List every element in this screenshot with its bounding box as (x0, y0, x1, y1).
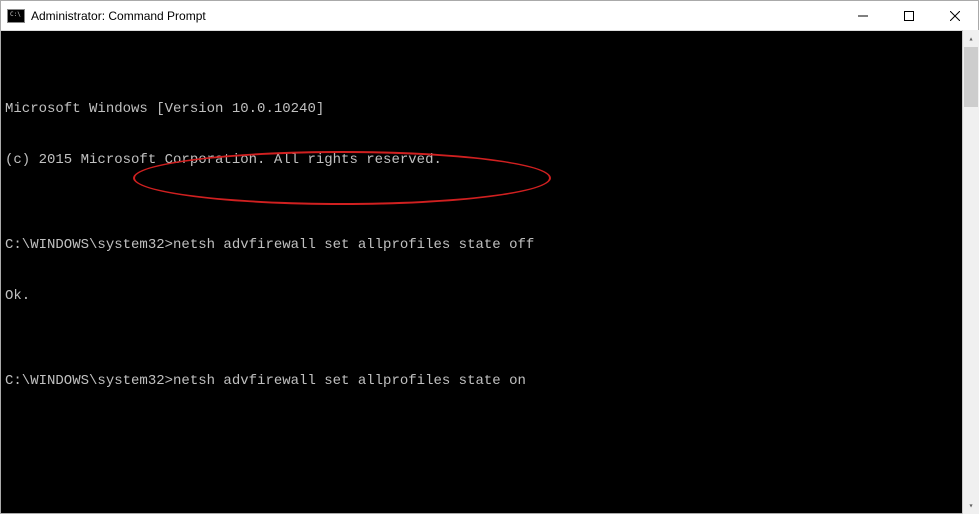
close-icon (950, 11, 960, 21)
scroll-down-arrow[interactable]: ▾ (963, 497, 979, 514)
output-line: Ok. (5, 288, 974, 305)
output-line: C:\WINDOWS\system32>netsh advfirewall se… (5, 373, 974, 390)
titlebar[interactable]: C:\ Administrator: Command Prompt (1, 1, 978, 31)
command-prompt-window: C:\ Administrator: Command Prompt Micros… (0, 0, 979, 514)
close-button[interactable] (932, 1, 978, 30)
maximize-icon (904, 11, 914, 21)
output-line: C:\WINDOWS\system32>netsh advfirewall se… (5, 237, 974, 254)
vertical-scrollbar[interactable]: ▴ ▾ (962, 30, 979, 514)
scrollbar-thumb[interactable] (964, 47, 978, 107)
minimize-button[interactable] (840, 1, 886, 30)
terminal-output[interactable]: Microsoft Windows [Version 10.0.10240] (… (1, 31, 978, 513)
maximize-button[interactable] (886, 1, 932, 30)
window-title: Administrator: Command Prompt (31, 9, 840, 23)
app-icon: C:\ (7, 9, 25, 23)
window-controls (840, 1, 978, 30)
output-line: (c) 2015 Microsoft Corporation. All righ… (5, 152, 974, 169)
minimize-icon (858, 11, 868, 21)
terminal-content: Microsoft Windows [Version 10.0.10240] (… (5, 67, 974, 441)
scroll-up-arrow[interactable]: ▴ (963, 30, 979, 47)
output-line: Microsoft Windows [Version 10.0.10240] (5, 101, 974, 118)
